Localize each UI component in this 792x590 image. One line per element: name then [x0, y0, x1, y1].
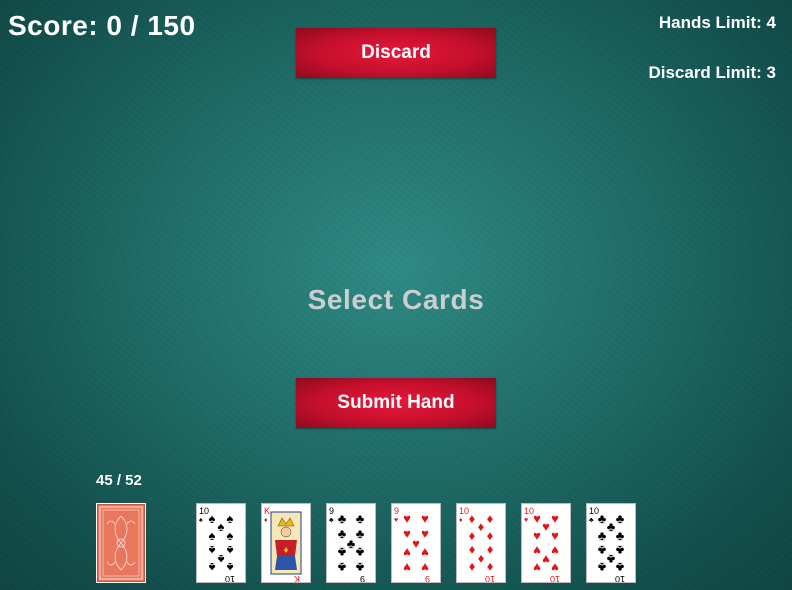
club-pip-icon: ♣: [338, 511, 347, 526]
club-pip-icon: ♣: [338, 526, 347, 541]
club-pip-icon: ♣: [616, 511, 625, 526]
hand-card[interactable]: 10 ♠ 10 ♠ ♠ ♠ ♠ ♠ ♠ ♠ ♠ ♠ ♠: [196, 503, 246, 583]
score-display: Score: 0 / 150: [8, 10, 196, 41]
heart-pip-icon: ♥: [421, 545, 429, 560]
discard-limit: Discard Limit: 3: [648, 63, 776, 82]
card-rank-label: 10: [199, 506, 209, 516]
heart-pip-icon: ♥: [403, 560, 411, 575]
club-pip-icon: ♣: [615, 560, 624, 575]
card-back-pattern-icon: [99, 506, 143, 580]
club-pip-icon: ♣: [355, 545, 364, 560]
club-pip-icon: ♣: [356, 511, 365, 526]
club-pip-icon: ♣: [356, 526, 365, 541]
card-suit-corner-icon: ♠: [199, 517, 203, 524]
card-suit-corner-icon: ♣: [329, 517, 334, 524]
card-suit-corner-icon: ♥: [524, 517, 528, 524]
diamond-pip-icon: ♦: [478, 519, 485, 534]
club-pip-icon: ♣: [598, 511, 607, 526]
spade-pip-icon: ♠: [218, 519, 225, 534]
card-rank-label: 9: [329, 506, 334, 516]
heart-pip-icon: ♥: [421, 560, 429, 575]
heart-pip-icon: ♥: [542, 552, 550, 567]
club-pip-icon: ♣: [347, 536, 356, 551]
club-pip-icon: ♣: [616, 528, 625, 543]
diamond-pip-icon: ♦: [486, 543, 493, 558]
hand-card[interactable]: 10 ♥ 10 ♥ ♥ ♥ ♥ ♥ ♥ ♥ ♥ ♥ ♥: [521, 503, 571, 583]
submit-hand-button[interactable]: Submit Hand: [296, 378, 496, 428]
hand-card[interactable]: 10 ♣ 10 ♣ ♣ ♣ ♣ ♣ ♣ ♣ ♣ ♣ ♣: [586, 503, 636, 583]
heart-pip-icon: ♥: [542, 519, 550, 534]
spade-pip-icon: ♠: [209, 511, 216, 526]
heart-pip-icon: ♥: [403, 511, 411, 526]
hands-limit: Hands Limit: 4: [658, 13, 776, 32]
heart-pip-icon: ♥: [421, 526, 429, 541]
club-pip-icon: ♣: [607, 519, 616, 534]
spade-pip-icon: ♠: [217, 552, 224, 567]
diamond-pip-icon: ♦: [468, 560, 475, 575]
club-pip-icon: ♣: [597, 543, 606, 558]
spade-pip-icon: ♠: [227, 511, 234, 526]
club-pip-icon: ♣: [597, 560, 606, 575]
diamond-pip-icon: ♦: [469, 528, 476, 543]
spade-pip-icon: ♠: [226, 543, 233, 558]
heart-pip-icon: ♥: [533, 528, 541, 543]
heart-pip-icon: ♥: [533, 543, 541, 558]
diamond-pip-icon: ♦: [469, 511, 476, 526]
diamond-pip-icon: ♦: [486, 560, 493, 575]
discard-button[interactable]: Discard: [296, 28, 496, 78]
hand-card[interactable]: 9 ♥ 9 ♥ ♥ ♥ ♥ ♥ ♥ ♥ ♥ ♥: [391, 503, 441, 583]
club-pip-icon: ♣: [337, 560, 346, 575]
card-rank-label: 10: [459, 506, 469, 516]
card-rank-label: K: [264, 506, 270, 516]
spade-pip-icon: ♠: [226, 560, 233, 575]
heart-pip-icon: ♥: [551, 543, 559, 558]
heart-pip-icon: ♥: [533, 560, 541, 575]
club-pip-icon: ♣: [606, 552, 615, 567]
card-rank-label: 9: [394, 506, 399, 516]
draw-pile: [96, 503, 146, 583]
heart-pip-icon: ♥: [551, 511, 559, 526]
club-pip-icon: ♣: [598, 528, 607, 543]
heart-pip-icon: ♥: [551, 528, 559, 543]
diamond-pip-icon: ♦: [487, 511, 494, 526]
hand-card[interactable]: 10 ♦ 10 ♦ ♦ ♦ ♦ ♦ ♦ ♦ ♦ ♦ ♦: [456, 503, 506, 583]
card-suit-corner-icon: ♦: [459, 517, 463, 524]
heart-pip-icon: ♥: [421, 511, 429, 526]
spade-pip-icon: ♠: [227, 528, 234, 543]
heart-pip-icon: ♥: [551, 560, 559, 575]
card-suit-corner-icon: ♥: [394, 517, 398, 524]
heart-pip-icon: ♥: [403, 545, 411, 560]
hand-card[interactable]: 9 ♣ 9 ♣ ♣ ♣ ♣ ♣ ♣ ♣ ♣ ♣: [326, 503, 376, 583]
card-suit-corner-icon: ♦: [264, 517, 268, 524]
select-cards-prompt: Select Cards: [307, 284, 485, 315]
king-robe-lower-icon: [275, 556, 297, 570]
heart-pip-icon: ♥: [533, 511, 541, 526]
card-suit-corner-icon: ♣: [589, 517, 594, 524]
deck-count: 45 / 52: [96, 472, 142, 489]
diamond-pip-icon: ♦: [283, 545, 288, 556]
club-pip-icon: ♣: [615, 543, 624, 558]
club-pip-icon: ♣: [337, 545, 346, 560]
hand-card[interactable]: K ♦ K ♦: [261, 503, 311, 583]
diamond-pip-icon: ♦: [487, 528, 494, 543]
club-pip-icon: ♣: [355, 560, 364, 575]
spade-pip-icon: ♠: [208, 560, 215, 575]
diamond-pip-icon: ♦: [468, 543, 475, 558]
spade-pip-icon: ♠: [208, 543, 215, 558]
heart-pip-icon: ♥: [412, 536, 420, 551]
card-rank-label: K: [294, 574, 300, 582]
king-face-icon: [280, 526, 292, 538]
heart-pip-icon: ♥: [403, 526, 411, 541]
diamond-pip-icon: ♦: [477, 552, 484, 567]
spade-pip-icon: ♠: [209, 528, 216, 543]
